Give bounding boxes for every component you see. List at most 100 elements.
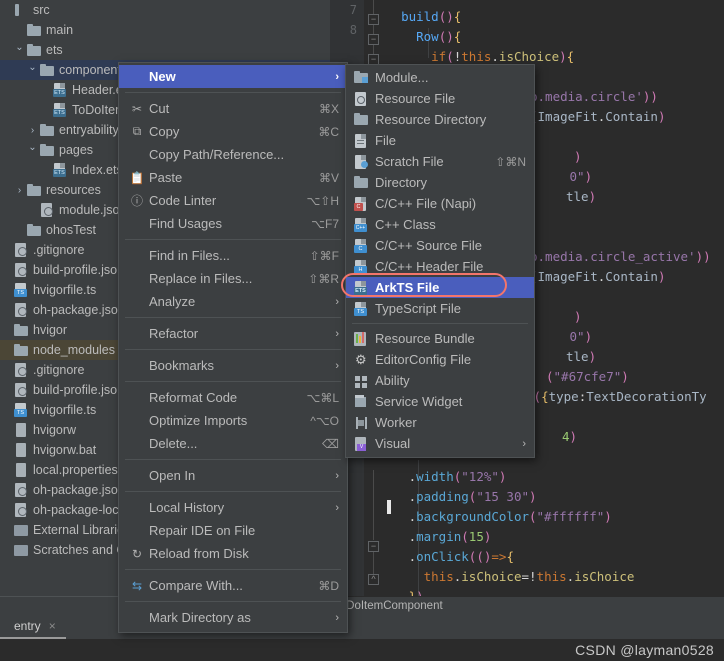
submenu-item-label: Ability <box>375 373 410 388</box>
submenu-item-worker[interactable]: Worker <box>346 412 534 433</box>
menu-item-analyze[interactable]: Analyze › <box>119 290 347 313</box>
code-token: TextDecorationTy <box>586 389 707 404</box>
twisty-placeholder <box>39 164 52 177</box>
chevron-right-icon[interactable]: › <box>13 184 26 197</box>
menu-item-label: Copy Path/Reference... <box>149 147 285 162</box>
menu-item-refactor[interactable]: Refactor › <box>119 322 347 345</box>
menu-item-paste[interactable]: 📋 Paste ⌘V <box>119 166 347 189</box>
submenu-item-label: TypeScript File <box>375 301 461 316</box>
ets-file-icon: ETS <box>352 280 373 296</box>
menu-item-compare-with[interactable]: ⇆ Compare With... ⌘D <box>119 574 347 597</box>
clipboard-icon: 📋 <box>129 170 145 185</box>
menu-item-local-history[interactable]: Local History › <box>119 496 347 519</box>
menu-item-label: Bookmarks <box>149 358 215 373</box>
submenu-item-c-c++-file-napi[interactable]: C C/C++ File (Napi) <box>346 193 534 214</box>
menu-separator <box>125 569 341 570</box>
menu-item-find-usages[interactable]: Find Usages ⌥F7 <box>119 212 347 235</box>
menu-item-copy-path-reference[interactable]: Copy Path/Reference... <box>119 143 347 166</box>
code-token: ) <box>569 429 578 444</box>
code-line: p.media.circle')) <box>530 87 658 107</box>
code-token: ) <box>657 109 666 124</box>
submenu-item-arkts-file[interactable]: ETS ArkTS File <box>346 277 534 298</box>
menu-item-shortcut: ⌥⌘L <box>306 390 339 405</box>
submenu-item-resource-bundle[interactable]: Resource Bundle <box>346 328 534 349</box>
tree-item-label: ohosTest <box>46 223 97 237</box>
chevron-right-icon: › <box>335 359 339 372</box>
submenu-item-scratch-file[interactable]: Scratch File ⇧⌘N <box>346 151 534 172</box>
menu-item-new[interactable]: New › <box>119 65 347 88</box>
submenu-item-c-c++-source-file[interactable]: C C/C++ Source File <box>346 235 534 256</box>
menu-item-mark-directory-as[interactable]: Mark Directory as › <box>119 606 347 629</box>
menu-item-bookmarks[interactable]: Bookmarks › <box>119 354 347 377</box>
menu-item-repair-ide-on-file[interactable]: Repair IDE on File <box>119 519 347 542</box>
menu-item-delete[interactable]: Delete... ⌫ <box>119 432 347 455</box>
chevron-right-icon[interactable]: › <box>26 124 39 137</box>
menu-item-find-in-files[interactable]: Find in Files... ⇧⌘F <box>119 244 347 267</box>
chevron-down-icon[interactable]: ⌄ <box>26 142 39 157</box>
fold-toggle-icon[interactable]: − <box>368 541 379 552</box>
tab-entry[interactable]: entry × <box>0 614 66 639</box>
json5-icon <box>13 502 30 518</box>
visual-icon: V <box>352 436 373 452</box>
submenu-item-file[interactable]: File <box>346 130 534 151</box>
twisty-placeholder <box>0 444 13 457</box>
submenu-item-resource-file[interactable]: Resource File <box>346 88 534 109</box>
tree-item-ets[interactable]: ⌄ ets <box>0 40 330 60</box>
submenu-item-module[interactable]: Module... <box>346 67 534 88</box>
code-line: ) <box>574 307 582 327</box>
code-token: . <box>386 529 417 544</box>
submenu-item-service-widget[interactable]: Service Widget <box>346 391 534 412</box>
menu-item-optimize-imports[interactable]: Optimize Imports ^⌥O <box>119 409 347 432</box>
tool-window-tabbar[interactable]: entry × <box>0 614 724 639</box>
code-token: 0" <box>562 329 585 344</box>
submenu-item-editorconfig-file[interactable]: ⚙ EditorConfig File <box>346 349 534 370</box>
code-line: .onClick(()=>{ <box>386 547 514 567</box>
new-submenu[interactable]: Module... Resource File Resource Directory… <box>345 64 535 458</box>
code-line: 0") <box>562 167 593 187</box>
folder-icon <box>352 112 373 128</box>
menu-item-cut[interactable]: ✂ Cut ⌘X <box>119 97 347 120</box>
context-menu[interactable]: New › ✂ Cut ⌘X ⧉ Copy ⌘C Copy Path/Reference... 📋… <box>118 62 348 633</box>
submenu-item-c-c++-header-file[interactable]: H C/C++ Header File <box>346 256 534 277</box>
menu-item-label: Delete... <box>149 436 198 451</box>
submenu-item-visual[interactable]: V Visual › <box>346 433 534 454</box>
code-token: if <box>431 49 447 64</box>
submenu-item-directory[interactable]: Directory <box>346 172 534 193</box>
submenu-item-ability[interactable]: Ability <box>346 370 534 391</box>
breadcrumb[interactable]: ToDoItemComponent <box>330 596 724 614</box>
menu-separator <box>125 92 341 93</box>
json5-icon <box>13 242 30 258</box>
code-line: ) <box>574 147 582 167</box>
code-token: tle <box>566 189 589 204</box>
fold-line <box>373 552 374 574</box>
menu-item-code-linter[interactable]: ⓘ Code Linter ⌥⇧H <box>119 189 347 212</box>
menu-item-copy[interactable]: ⧉ Copy ⌘C <box>119 120 347 143</box>
submenu-item-c++-class[interactable]: C++ C++ Class <box>346 214 534 235</box>
fold-toggle-icon[interactable]: ^ <box>368 574 379 585</box>
twisty-placeholder <box>39 104 52 117</box>
twisty-placeholder <box>0 344 13 357</box>
submenu-item-typescript-file[interactable]: TS TypeScript File <box>346 298 534 319</box>
menu-item-reformat-code[interactable]: Reformat Code ⌥⌘L <box>119 386 347 409</box>
submenu-item-resource-directory[interactable]: Resource Directory <box>346 109 534 130</box>
scissors-icon: ✂ <box>131 101 143 116</box>
chevron-down-icon[interactable]: ⌄ <box>26 62 39 77</box>
menu-item-open-in[interactable]: Open In › <box>119 464 347 487</box>
code-token: "12%" <box>461 469 499 484</box>
menu-item-replace-in-files[interactable]: Replace in Files... ⇧⌘R <box>119 267 347 290</box>
menu-item-reload-from-disk[interactable]: ↻ Reload from Disk <box>119 542 347 565</box>
fold-toggle-icon[interactable]: − <box>368 34 379 45</box>
fold-toggle-icon[interactable]: − <box>368 14 379 25</box>
tree-item-main[interactable]: main <box>0 20 330 40</box>
code-token: ( <box>529 509 537 524</box>
tree-item-src[interactable]: src <box>0 0 330 20</box>
tree-item-label: main <box>46 23 74 37</box>
chevron-down-icon[interactable]: ⌄ <box>13 42 26 57</box>
code-token: this <box>423 569 454 584</box>
close-icon[interactable]: × <box>49 619 56 633</box>
code-line: p.media.circle_active')) <box>530 247 711 267</box>
